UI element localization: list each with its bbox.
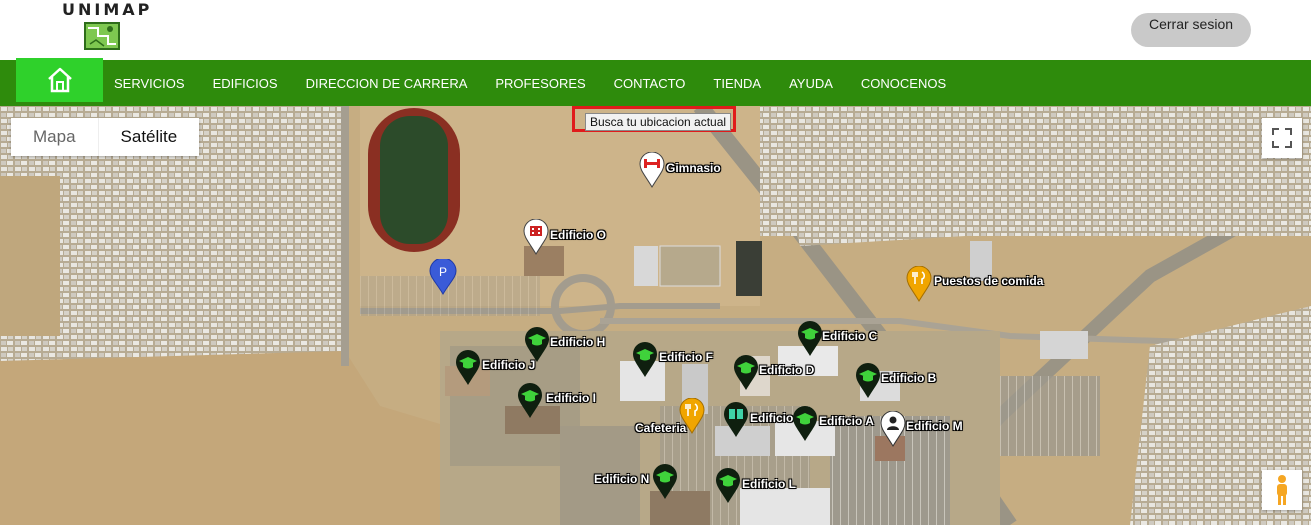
- person-icon: [880, 411, 906, 447]
- label-edificio-c: Edificio C: [822, 329, 878, 343]
- food-icon: [906, 266, 932, 302]
- graduation-cap-icon: [716, 468, 740, 503]
- marker-edificio-l[interactable]: [715, 468, 741, 504]
- marker-edificio-m[interactable]: [880, 411, 906, 447]
- nav-item-ayuda[interactable]: AYUDA: [789, 76, 833, 91]
- graduation-cap-icon: [653, 464, 677, 499]
- home-icon: [47, 67, 72, 93]
- label-edificio-m: Edificio M: [906, 419, 963, 433]
- label-edificio-a: Edificio A: [819, 414, 874, 428]
- pegman-icon: [1277, 475, 1287, 505]
- map-type-satelite[interactable]: Satélite: [97, 118, 200, 156]
- marker-edificio-c[interactable]: [797, 321, 823, 357]
- gym-icon: [639, 152, 665, 188]
- marker-edificio-i[interactable]: [517, 383, 543, 419]
- label-edificio-biblioteca: Edificio: [750, 411, 794, 425]
- label-gimnasio: Gimnasio: [666, 161, 721, 175]
- graduation-cap-icon: [456, 350, 480, 385]
- label-edificio-i: Edificio I: [546, 391, 597, 405]
- label-edificio-h: Edificio H: [550, 335, 606, 349]
- label-edificio-d: Edificio D: [759, 363, 815, 377]
- svg-text:P: P: [439, 265, 447, 279]
- locate-button-highlight: Busca tu ubicacion actual: [572, 106, 736, 132]
- nav-item-tienda[interactable]: TIENDA: [713, 76, 761, 91]
- home-button[interactable]: [16, 58, 103, 102]
- marker-edificio-a[interactable]: [792, 406, 818, 442]
- graduation-cap-icon: [793, 406, 817, 441]
- nav-item-direccion[interactable]: DIRECCION DE CARRERA: [306, 76, 468, 91]
- nav-item-contacto[interactable]: CONTACTO: [614, 76, 686, 91]
- label-edificio-l: Edificio L: [742, 477, 796, 491]
- marker-edificio-d[interactable]: [733, 355, 759, 391]
- parking-icon: P: [429, 259, 457, 295]
- nav-item-servicios[interactable]: SERVICIOS: [114, 76, 185, 91]
- map-type-toggle: Mapa Satélite: [11, 118, 200, 156]
- nav-item-edificios[interactable]: EDIFICIOS: [213, 76, 278, 91]
- marker-gimnasio[interactable]: [639, 152, 665, 188]
- marker-edificio-b[interactable]: [855, 363, 881, 399]
- graduation-cap-icon: [734, 355, 758, 390]
- label-edificio-o: Edificio O: [550, 228, 607, 242]
- marker-edificio-n[interactable]: [652, 464, 678, 500]
- book-icon: [724, 402, 748, 437]
- label-edificio-f: Edificio F: [659, 350, 713, 364]
- label-edificio-j: Edificio J: [482, 358, 536, 372]
- nav-item-conocenos[interactable]: CONOCENOS: [861, 76, 946, 91]
- nav-item-profesores[interactable]: PROFESORES: [495, 76, 585, 91]
- nav-items: SERVICIOS EDIFICIOS DIRECCION DE CARRERA…: [114, 60, 974, 106]
- label-cafeteria: Cafeteria: [635, 421, 687, 435]
- marker-edificio-j[interactable]: [455, 350, 481, 386]
- label-edificio-n: Edificio N: [594, 472, 650, 486]
- building-icon: [523, 219, 549, 255]
- label-puestos-comida: Puestos de comida: [934, 274, 1044, 288]
- marker-edificio-biblioteca[interactable]: [723, 402, 749, 438]
- satellite-map[interactable]: Mapa Satélite Busca tu ubicacion actual …: [0, 106, 1311, 525]
- locate-button[interactable]: Busca tu ubicacion actual: [585, 113, 731, 131]
- graduation-cap-icon: [856, 363, 880, 398]
- map-logo-icon: [84, 22, 120, 50]
- logo-text: UNIMAP: [62, 0, 153, 19]
- fullscreen-button[interactable]: [1262, 118, 1302, 158]
- street-view-button[interactable]: [1262, 470, 1302, 510]
- fullscreen-icon: [1272, 128, 1292, 148]
- graduation-cap-icon: [518, 383, 542, 418]
- header: UNIMAP Cerrar sesion: [0, 0, 1311, 60]
- marker-puestos-comida[interactable]: [906, 266, 932, 302]
- graduation-cap-icon: [633, 342, 657, 377]
- logout-button[interactable]: Cerrar sesion: [1131, 13, 1251, 47]
- map-type-mapa[interactable]: Mapa: [11, 118, 98, 156]
- graduation-cap-icon: [798, 321, 822, 356]
- parking-marker[interactable]: P: [429, 259, 457, 295]
- label-edificio-b: Edificio B: [881, 371, 937, 385]
- marker-edificio-o[interactable]: [523, 219, 549, 255]
- marker-edificio-f[interactable]: [632, 342, 658, 378]
